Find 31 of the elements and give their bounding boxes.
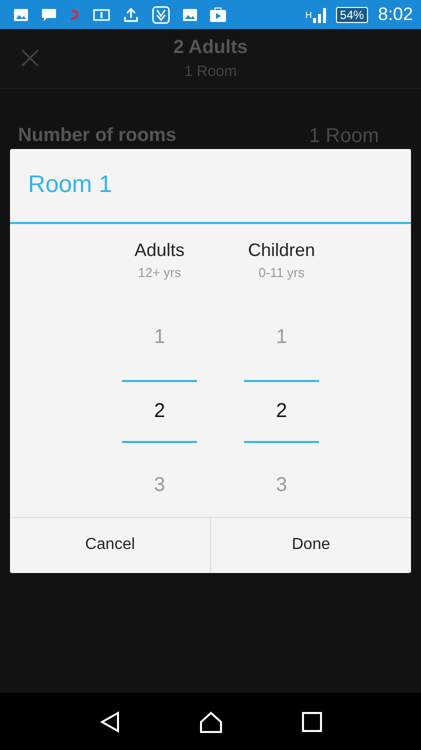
picker-sublabel: 12+ yrs <box>138 264 181 280</box>
dialog-button[interactable]: Cancel <box>10 518 210 573</box>
battery-level: 54% <box>336 6 368 22</box>
upload-icon <box>123 6 139 22</box>
bag-icon <box>210 7 226 22</box>
picker-label: Adults <box>134 240 185 261</box>
picker-label: Children <box>248 240 316 261</box>
clock: 8:02 <box>378 4 413 25</box>
header-title: 2 Adults <box>173 37 248 59</box>
info-icon <box>93 8 110 20</box>
picker-value[interactable]: 1 <box>122 306 197 369</box>
curve-icon <box>70 8 80 20</box>
rooms-value[interactable]: 1 Room <box>308 125 379 148</box>
dialog-title: Room 1 <box>28 171 112 200</box>
picker-value[interactable]: 3 <box>122 454 197 517</box>
signal-icon <box>312 6 328 22</box>
picker-value[interactable]: 3 <box>244 454 319 517</box>
app-icon <box>152 6 170 24</box>
home-icon[interactable] <box>198 710 222 732</box>
image-icon <box>14 8 28 20</box>
picker-value[interactable]: 1 <box>244 306 319 369</box>
rooms-label: Number of rooms <box>18 125 176 148</box>
picker-sublabel: 0-11 yrs <box>258 264 304 280</box>
recents-icon[interactable] <box>302 712 322 732</box>
image-icon <box>183 8 197 20</box>
dialog-button[interactable]: Done <box>210 518 411 573</box>
picker-value[interactable]: 2 <box>122 380 197 443</box>
chat-icon <box>41 8 57 22</box>
picker-value[interactable]: 2 <box>244 380 319 443</box>
back-icon[interactable] <box>100 710 120 732</box>
network-type: H <box>305 10 312 20</box>
